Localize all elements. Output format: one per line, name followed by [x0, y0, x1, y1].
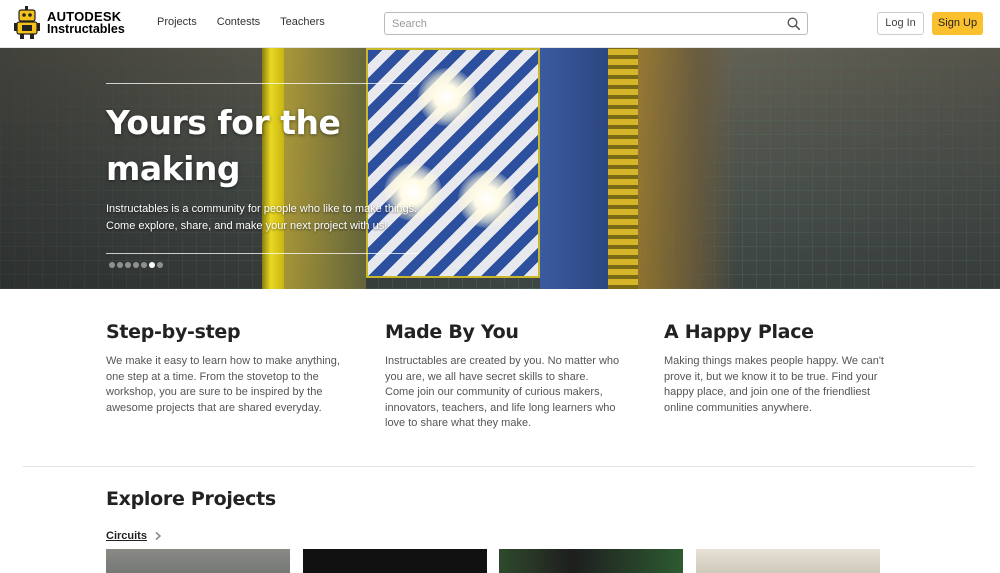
hero-description: Instructables is a community for people …: [106, 203, 418, 232]
hero-title: Yours for the making: [106, 103, 341, 188]
carousel-dot[interactable]: [109, 262, 115, 268]
hero-image-frame-right: [608, 48, 638, 289]
feature-made-by-you: Made By You Instructables are created by…: [385, 321, 620, 432]
feature-title: Step-by-step: [106, 321, 241, 343]
carousel-dot[interactable]: [125, 262, 131, 268]
chevron-right-icon: [155, 531, 162, 541]
feature-title: A Happy Place: [664, 321, 814, 343]
login-button[interactable]: Log In: [877, 12, 924, 35]
carousel-dot[interactable]: [117, 262, 123, 268]
hero-led-glow: [418, 68, 476, 126]
carousel-dot[interactable]: [149, 262, 155, 268]
hero-banner: Yours for the making Instructables is a …: [0, 48, 1000, 289]
project-card[interactable]: [106, 549, 290, 573]
main-nav: Projects Contests Teachers: [157, 16, 345, 28]
search-box: [384, 12, 808, 35]
feature-step-by-step: Step-by-step We make it easy to learn ho…: [106, 321, 346, 416]
project-card[interactable]: [499, 549, 683, 573]
project-card[interactable]: [696, 549, 880, 573]
site-header: AUTODESK Instructables Projects Contests…: [0, 0, 1000, 48]
search-input[interactable]: [385, 13, 775, 34]
hero-image-shadow: [638, 48, 738, 289]
hero-divider-top: [106, 83, 419, 84]
section-divider: [23, 466, 975, 467]
feature-text: Making things makes people happy. We can…: [664, 355, 884, 414]
hero-image-right-board: [540, 48, 608, 289]
carousel-dot[interactable]: [133, 262, 139, 268]
feature-title: Made By You: [385, 321, 519, 343]
nav-teachers[interactable]: Teachers: [280, 16, 325, 28]
feature-happy-place: A Happy Place Making things makes people…: [664, 321, 899, 416]
carousel-dot[interactable]: [157, 262, 163, 268]
logo-product-text: Instructables: [47, 22, 125, 36]
nav-contests[interactable]: Contests: [217, 16, 260, 28]
robot-logo-icon: [14, 6, 40, 39]
search-icon[interactable]: [787, 17, 800, 30]
instructables-logo[interactable]: AUTODESK Instructables: [14, 5, 125, 41]
project-card[interactable]: [303, 549, 487, 573]
carousel-dot[interactable]: [141, 262, 147, 268]
feature-text: Instructables are created by you. No mat…: [385, 355, 620, 430]
category-circuits-link[interactable]: Circuits: [106, 530, 163, 542]
nav-projects[interactable]: Projects: [157, 16, 197, 28]
hero-led-glow: [458, 170, 516, 228]
explore-projects-title: Explore Projects: [106, 488, 276, 510]
category-label: Circuits: [106, 530, 147, 542]
feature-text: We make it easy to learn how to make any…: [106, 355, 340, 414]
hero-divider-bottom: [106, 253, 419, 254]
carousel-dots: [109, 262, 165, 268]
signup-button[interactable]: Sign Up: [932, 12, 983, 35]
